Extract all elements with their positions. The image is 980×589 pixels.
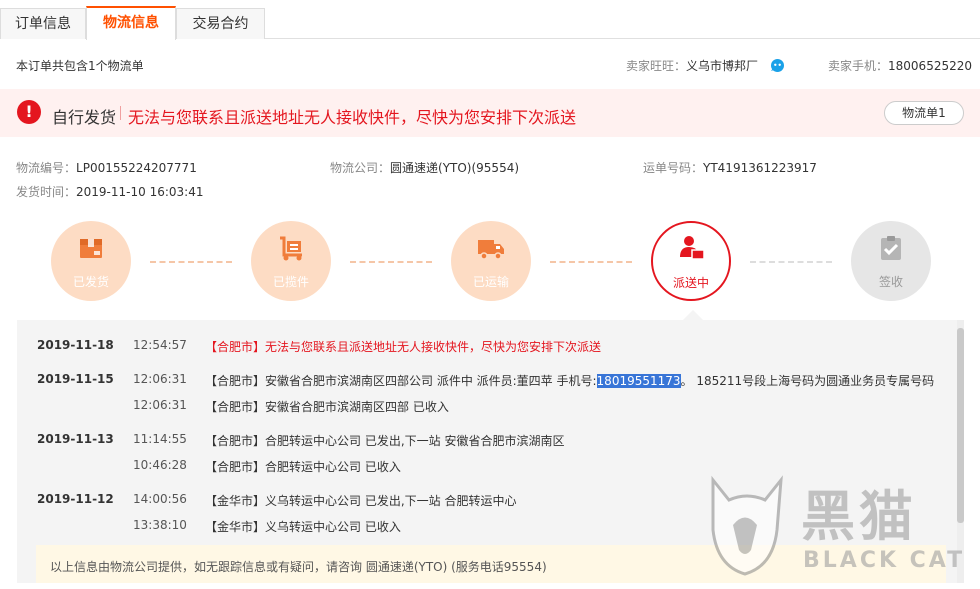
logistics-order-1-button[interactable]: 物流单1	[884, 101, 964, 125]
watermark-cn: 黑猫	[801, 485, 917, 548]
tracking-date: 2019-11-15	[37, 372, 114, 386]
logistics-summary: 本订单共包含1个物流单	[16, 59, 144, 73]
tracking-event-text: 【合肥市】安徽省合肥市滨湖南区四部公司 派件中 派件员:董四苹 手机号:	[205, 374, 597, 388]
step-label: 签收	[878, 275, 903, 289]
step-label: 已发货	[72, 275, 109, 289]
logistics-company-value[interactable]: 圆通速递(YTO)(95554)	[390, 161, 519, 175]
tracking-time: 13:38:10	[133, 518, 187, 532]
tracking-time: 10:46:28	[133, 458, 187, 472]
ship-time: 发货时间：2019-11-10 16:03:41	[16, 183, 203, 200]
waybill-number-label: 运单号码：	[643, 161, 704, 175]
tab-trade-contract[interactable]: 交易合约	[176, 8, 265, 39]
alert-divider	[120, 106, 121, 120]
wangwang-chat-icon[interactable]	[770, 58, 785, 73]
tracking-date: 2019-11-13	[37, 432, 114, 446]
truck-icon	[478, 240, 504, 260]
watermark-en: BLACK CAT	[803, 548, 966, 573]
seller-wangwang: 卖家旺旺：义乌市博邦厂	[626, 57, 758, 74]
package-icon	[80, 239, 102, 258]
logistics-number: 物流编号：LP00155224207771	[16, 159, 197, 176]
clipboard-check-icon	[881, 236, 901, 260]
step-label: 已运输	[472, 275, 509, 289]
tracking-event: 【合肥市】无法与您联系且派送地址无人接收快件，尽快为您安排下次派送	[205, 340, 602, 354]
progress-connector	[350, 261, 432, 263]
step-signed: 签收	[851, 221, 931, 301]
tracking-event: 【金华市】义乌转运中心公司 已发出,下一站 合肥转运中心	[205, 494, 517, 508]
logistics-company-label: 物流公司：	[330, 161, 391, 175]
step-label: 派送中	[672, 276, 709, 290]
tab-bar: 订单信息 物流信息 交易合约	[0, 0, 980, 40]
tracking-event: 【合肥市】合肥转运中心公司 已收入	[205, 460, 401, 474]
tracking-event: 【合肥市】合肥转运中心公司 已发出,下一站 安徽省合肥市滨湖南区	[205, 434, 565, 448]
tracking-event: 【金华市】义乌转运中心公司 已收入	[205, 520, 401, 534]
seller-wangwang-label: 卖家旺旺：	[626, 59, 687, 73]
step-delivering: 派送中	[651, 221, 731, 301]
tracking-date: 2019-11-18	[37, 338, 114, 352]
alert-message: 无法与您联系且派送地址无人接收快件，尽快为您安排下次派送	[128, 108, 577, 127]
tracking-pointer	[683, 310, 703, 320]
courier-phone-selected[interactable]: 18019551173	[596, 374, 681, 388]
cart-icon	[280, 236, 302, 261]
exclamation-icon: !	[17, 100, 41, 124]
ship-time-value: 2019-11-10 16:03:41	[76, 185, 204, 199]
waybill-number-value: YT4191361223917	[703, 161, 817, 175]
tracking-date: 2019-11-12	[37, 492, 114, 506]
progress-connector	[550, 261, 632, 263]
tracking-time: 12:06:31	[133, 372, 187, 386]
logistics-number-label: 物流编号：	[16, 161, 77, 175]
step-in-transit: 已运输	[451, 221, 531, 301]
tracking-event: 【合肥市】安徽省合肥市滨湖南区四部 已收入	[205, 400, 449, 414]
tracking-time: 14:00:56	[133, 492, 187, 506]
tracking-event-note: 。 185211号段上海号码为圆通业务员专属号码	[680, 374, 935, 388]
seller-phone-label: 卖家手机：	[828, 59, 889, 73]
tab-logistics-info[interactable]: 物流信息	[86, 6, 176, 40]
ship-time-label: 发货时间：	[16, 185, 77, 199]
step-label: 已揽件	[272, 275, 309, 289]
tracking-event: 【合肥市】安徽省合肥市滨湖南区四部公司 派件中 派件员:董四苹 手机号:1801…	[205, 372, 934, 389]
tracking-time: 12:54:57	[133, 338, 187, 352]
tracking-time: 12:06:31	[133, 398, 187, 412]
logistics-number-value: LP00155224207771	[76, 161, 197, 175]
progress-connector	[150, 261, 232, 263]
seller-phone-value: 18006525220	[888, 59, 972, 73]
logistics-company: 物流公司：圆通速递(YTO)(95554)	[330, 159, 519, 176]
tab-order-info[interactable]: 订单信息	[0, 8, 86, 39]
tracking-time: 11:14:55	[133, 432, 187, 446]
seller-phone: 卖家手机：18006525220	[828, 57, 972, 74]
courier-icon	[680, 236, 705, 260]
alert-title: 自行发货	[52, 108, 117, 127]
waybill-number: 运单号码：YT4191361223917	[643, 159, 817, 176]
step-shipped: 已发货	[51, 221, 131, 301]
step-collected: 已揽件	[251, 221, 331, 301]
seller-wangwang-value[interactable]: 义乌市博邦厂	[686, 59, 758, 73]
blackcat-watermark: 黑猫 BLACK CAT	[705, 470, 975, 580]
delivery-alert: ! 自行发货 无法与您联系且派送地址无人接收快件，尽快为您安排下次派送	[0, 89, 980, 137]
progress-connector	[750, 261, 832, 263]
